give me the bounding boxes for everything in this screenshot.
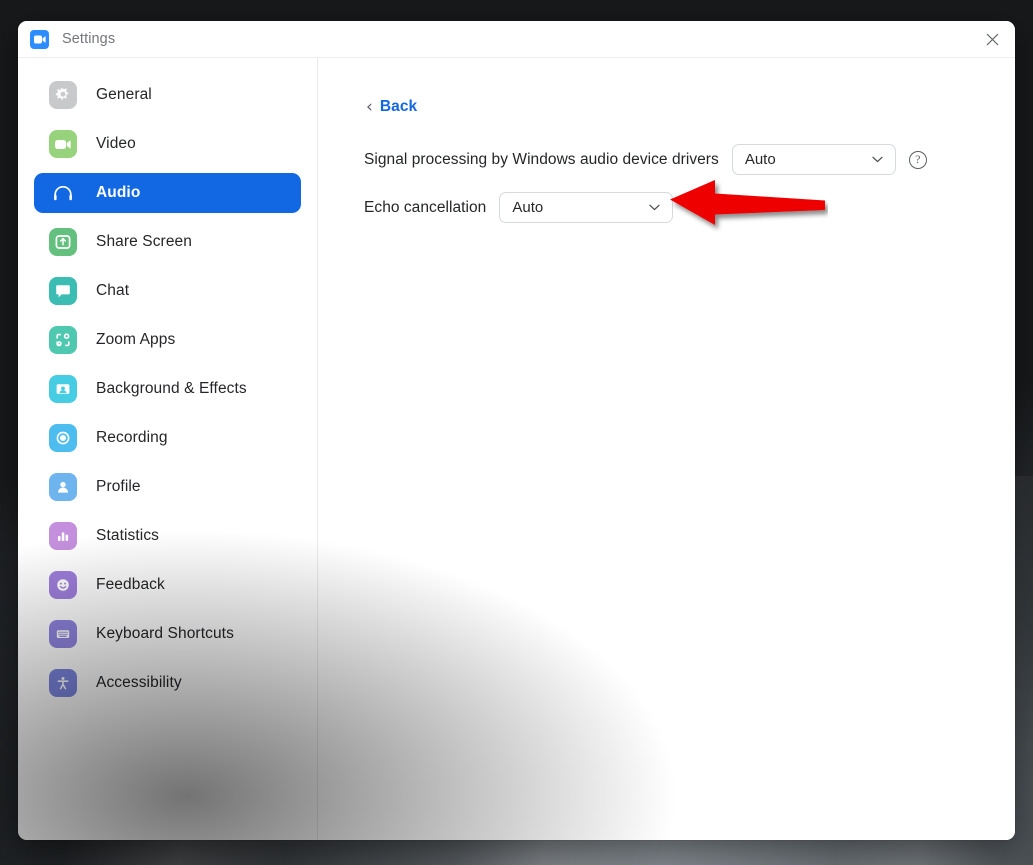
sidebar-item-keyboard-shortcuts[interactable]: Keyboard Shortcuts [34,614,301,654]
settings-sidebar: General Video Audio Share Screen Chat Zo… [18,58,318,840]
sidebar-item-label: Profile [96,478,141,495]
sidebar-item-background-effects[interactable]: Background & Effects [34,369,301,409]
sidebar-item-label: Audio [96,184,141,201]
desktop-background: Settings General Video Audio Share Scree… [0,0,1033,865]
echo-cancellation-value: Auto [512,199,544,216]
recording-icon [49,424,77,452]
echo-cancellation-dropdown[interactable]: Auto [499,192,674,223]
zoom-video-icon [30,29,49,49]
sidebar-item-share-screen[interactable]: Share Screen [34,222,301,262]
close-icon[interactable] [969,21,1015,57]
statistics-icon [49,522,77,550]
echo-cancellation-row: Echo cancellation Auto [364,192,1015,223]
sidebar-item-recording[interactable]: Recording [34,418,301,458]
sidebar-item-chat[interactable]: Chat [34,271,301,311]
sidebar-item-profile[interactable]: Profile [34,467,301,507]
sidebar-item-zoom-apps[interactable]: Zoom Apps [34,320,301,360]
sidebar-item-video[interactable]: Video [34,124,301,164]
sidebar-item-label: Accessibility [96,674,182,691]
chevron-left-icon: ‹ [366,96,373,117]
sidebar-item-label: Statistics [96,527,160,544]
question-mark-icon[interactable]: ? [908,150,927,169]
sidebar-item-label: Feedback [96,576,165,593]
sidebar-item-general[interactable]: General [34,75,301,115]
sidebar-item-statistics[interactable]: Statistics [34,516,301,556]
sidebar-item-label: Chat [96,282,130,299]
window-title: Settings [62,31,116,47]
gear-icon [49,81,77,109]
feedback-icon [49,571,77,599]
background-icon [49,375,77,403]
signal-processing-value: Auto [744,151,776,168]
sidebar-item-feedback[interactable]: Feedback [34,565,301,605]
sidebar-item-label: Share Screen [96,233,192,250]
signal-processing-dropdown[interactable]: Auto [731,144,896,175]
profile-icon [49,473,77,501]
settings-window: Settings General Video Audio Share Scree… [18,21,1015,840]
chevron-down-icon [649,204,660,211]
sidebar-item-label: Background & Effects [96,380,247,397]
sidebar-item-label: Keyboard Shortcuts [96,625,234,642]
share-screen-icon [49,228,77,256]
zoom-apps-icon [49,326,77,354]
back-button[interactable]: ‹ Back [366,98,417,116]
sidebar-item-label: Recording [96,429,168,446]
sidebar-item-label: Video [96,135,136,152]
sidebar-item-label: General [96,86,152,103]
headphones-icon [49,179,77,207]
chevron-down-icon [872,156,883,163]
signal-processing-row: Signal processing by Windows audio devic… [364,144,1015,175]
accessibility-icon [49,669,77,697]
audio-settings-panel: ‹ Back Signal processing by Windows audi… [318,58,1015,840]
sidebar-item-label: Zoom Apps [96,331,176,348]
video-camera-icon [49,130,77,158]
back-label: Back [379,98,418,115]
chat-bubble-icon [49,277,77,305]
echo-cancellation-label: Echo cancellation [364,198,487,216]
keyboard-icon [49,620,77,648]
sidebar-item-audio[interactable]: Audio [34,173,301,213]
signal-processing-label: Signal processing by Windows audio devic… [364,150,719,168]
window-body: General Video Audio Share Screen Chat Zo… [18,58,1015,840]
sidebar-item-accessibility[interactable]: Accessibility [34,663,301,703]
window-titlebar: Settings [18,21,1015,58]
